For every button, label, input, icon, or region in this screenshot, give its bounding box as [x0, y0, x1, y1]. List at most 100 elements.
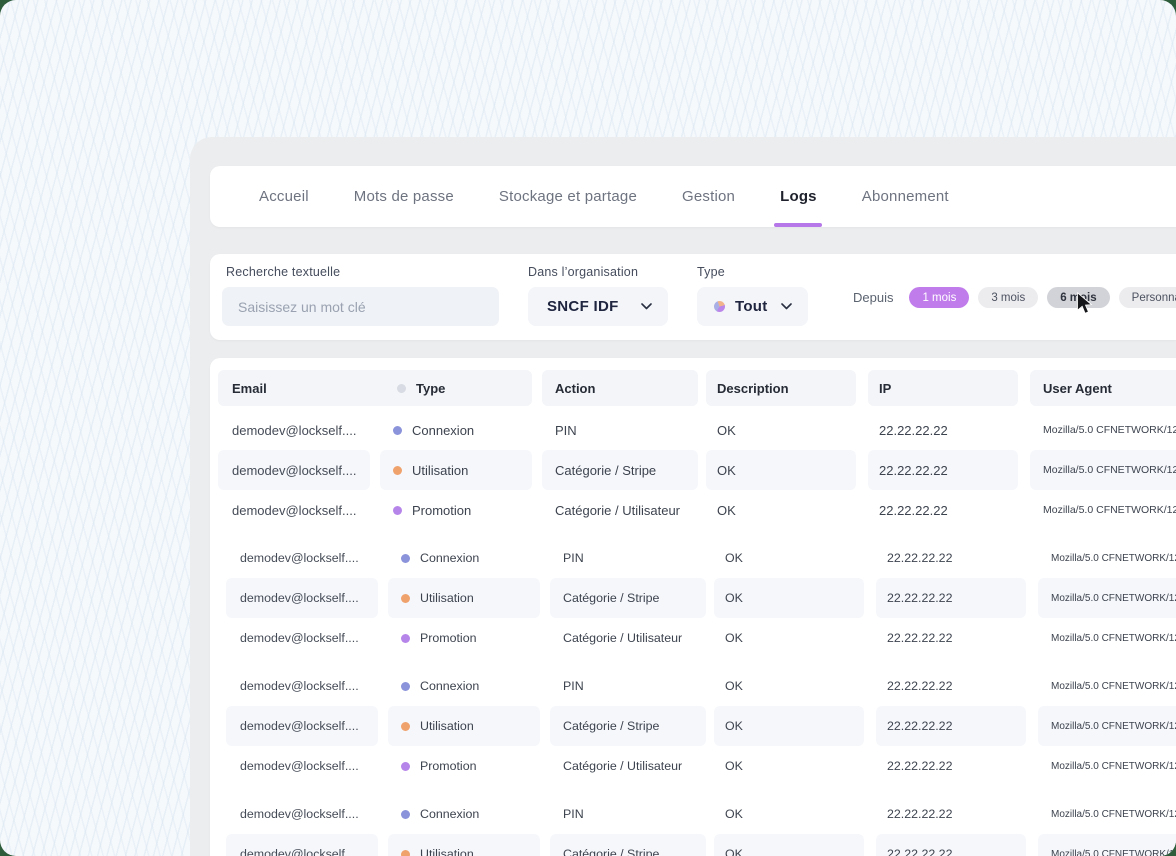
since-pill-personnalise[interactable]: Personnalisé [1119, 287, 1176, 308]
organisation-label: Dans l’organisation [528, 265, 638, 279]
type-select[interactable]: Tout [697, 287, 808, 326]
cell-action: Catégorie / Stripe [550, 578, 706, 618]
cell-ip: 22.22.22.22 [876, 666, 1026, 706]
tab-mots-de-passe[interactable]: Mots de passe [354, 166, 454, 227]
since-pill-3-mois[interactable]: 3 mois [978, 287, 1038, 308]
type-status-icon [401, 722, 410, 731]
table-row[interactable]: demodev@lockself.... Utilisation Catégor… [226, 834, 1176, 856]
cell-type: Utilisation [388, 578, 540, 618]
table-row[interactable]: demodev@lockself.... Promotion Catégorie… [226, 618, 1176, 658]
cell-user-agent: Mozilla/5.0 CFNETWORK/12 [1038, 706, 1176, 746]
cell-action: PIN [542, 410, 698, 450]
column-description: Description [706, 370, 856, 406]
type-status-icon [393, 506, 402, 515]
type-value: Tout [735, 298, 768, 315]
since-pill-6-mois[interactable]: 6 mois [1047, 287, 1109, 308]
type-text: Utilisation [420, 719, 474, 733]
type-label: Type [697, 265, 725, 279]
cell-action: Catégorie / Stripe [542, 450, 698, 490]
cell-description: OK [714, 706, 864, 746]
cell-email: demodev@lockself.... [218, 450, 370, 490]
cell-ip: 22.22.22.22 [868, 490, 1018, 530]
type-text: Utilisation [420, 591, 474, 605]
type-status-icon [401, 554, 410, 563]
cell-type: Promotion [388, 746, 540, 786]
cell-email: demodev@lockself.... [226, 834, 378, 856]
table-row[interactable]: demodev@lockself.... Connexion PIN OK 22… [226, 794, 1176, 834]
cell-user-agent: Mozilla/5.0 CFNETWORK/12 [1038, 618, 1176, 658]
cell-description: OK [714, 578, 864, 618]
cell-ip: 22.22.22.22 [876, 794, 1026, 834]
table-body: demodev@lockself.... Connexion PIN OK 22… [218, 410, 1176, 856]
type-text: Promotion [420, 631, 476, 645]
cell-email: demodev@lockself.... [226, 538, 378, 578]
table-row[interactable]: demodev@lockself.... Connexion PIN OK 22… [218, 410, 1176, 450]
cell-action: PIN [550, 538, 706, 578]
main-panel: Accueil Mots de passe Stockage et partag… [190, 137, 1176, 856]
filter-bar: Recherche textuelle Dans l’organisation … [210, 254, 1176, 340]
type-text: Utilisation [420, 847, 474, 856]
cell-email: demodev@lockself.... [226, 794, 378, 834]
cell-email: demodev@lockself.... [226, 618, 378, 658]
type-dot-placeholder-icon [397, 384, 406, 393]
cell-ip: 22.22.22.22 [876, 746, 1026, 786]
type-filter-icon [714, 301, 725, 312]
organisation-value: SNCF IDF [547, 298, 619, 315]
cell-ip: 22.22.22.22 [868, 450, 1018, 490]
search-input[interactable] [222, 287, 499, 326]
chevron-down-icon [781, 303, 792, 310]
cell-email: demodev@lockself.... [218, 490, 370, 530]
tab-stockage-et-partage[interactable]: Stockage et partage [499, 166, 637, 227]
cell-user-agent: Mozilla/5.0 CFNETWORK/12 [1038, 538, 1176, 578]
logs-table: Email Type Action Description IP User Ag… [210, 358, 1176, 856]
type-status-icon [401, 850, 410, 856]
table-header: Email Type Action Description IP User Ag… [218, 370, 1176, 406]
type-text: Utilisation [412, 463, 468, 478]
table-row[interactable]: demodev@lockself.... Utilisation Catégor… [226, 706, 1176, 746]
tab-logs[interactable]: Logs [780, 166, 817, 227]
cell-description: OK [714, 538, 864, 578]
type-status-icon [393, 426, 402, 435]
tab-accueil[interactable]: Accueil [259, 166, 309, 227]
cell-user-agent: Mozilla/5.0 CFNETWORK/12 [1038, 666, 1176, 706]
cell-user-agent: Mozilla/5.0 CFNETWORK/123 [1030, 450, 1176, 490]
cell-ip: 22.22.22.22 [876, 706, 1026, 746]
table-row[interactable]: demodev@lockself.... Promotion Catégorie… [218, 490, 1176, 530]
cell-ip: 22.22.22.22 [876, 538, 1026, 578]
column-action: Action [542, 370, 698, 406]
cell-user-agent: Mozilla/5.0 CFNETWORK/12 [1038, 794, 1176, 834]
cell-type: Connexion [388, 794, 540, 834]
cell-email: demodev@lockself.... [218, 410, 370, 450]
cell-type: Utilisation [388, 834, 540, 856]
cell-action: Catégorie / Stripe [550, 834, 706, 856]
type-text: Promotion [420, 759, 476, 773]
cell-type: Connexion [388, 538, 540, 578]
cell-action: Catégorie / Stripe [550, 706, 706, 746]
cell-description: OK [706, 410, 856, 450]
type-status-icon [401, 762, 410, 771]
cell-description: OK [714, 666, 864, 706]
type-text: Connexion [420, 807, 479, 821]
header-email-type: Email Type [218, 370, 532, 406]
top-navigation: Accueil Mots de passe Stockage et partag… [210, 166, 1176, 227]
table-row[interactable]: demodev@lockself.... Utilisation Catégor… [226, 578, 1176, 618]
tab-abonnement[interactable]: Abonnement [862, 166, 949, 227]
cell-ip: 22.22.22.22 [868, 410, 1018, 450]
cell-user-agent: Mozilla/5.0 CFNETWORK/123 [1030, 490, 1176, 530]
type-status-icon [393, 466, 402, 475]
type-status-icon [401, 594, 410, 603]
organisation-select[interactable]: SNCF IDF [528, 287, 668, 326]
cell-action: PIN [550, 794, 706, 834]
table-row[interactable]: demodev@lockself.... Promotion Catégorie… [226, 746, 1176, 786]
since-label: Depuis [853, 290, 893, 305]
table-row[interactable]: demodev@lockself.... Utilisation Catégor… [218, 450, 1176, 490]
since-pill-1-mois[interactable]: 1 mois [909, 287, 969, 308]
tab-gestion[interactable]: Gestion [682, 166, 735, 227]
table-row[interactable]: demodev@lockself.... Connexion PIN OK 22… [226, 538, 1176, 578]
cell-user-agent: Mozilla/5.0 CFNETWORK/123 [1030, 410, 1176, 450]
cell-email: demodev@lockself.... [226, 578, 378, 618]
cell-description: OK [714, 618, 864, 658]
type-text: Connexion [420, 551, 479, 565]
table-row[interactable]: demodev@lockself.... Connexion PIN OK 22… [226, 666, 1176, 706]
chevron-down-icon [641, 303, 652, 310]
